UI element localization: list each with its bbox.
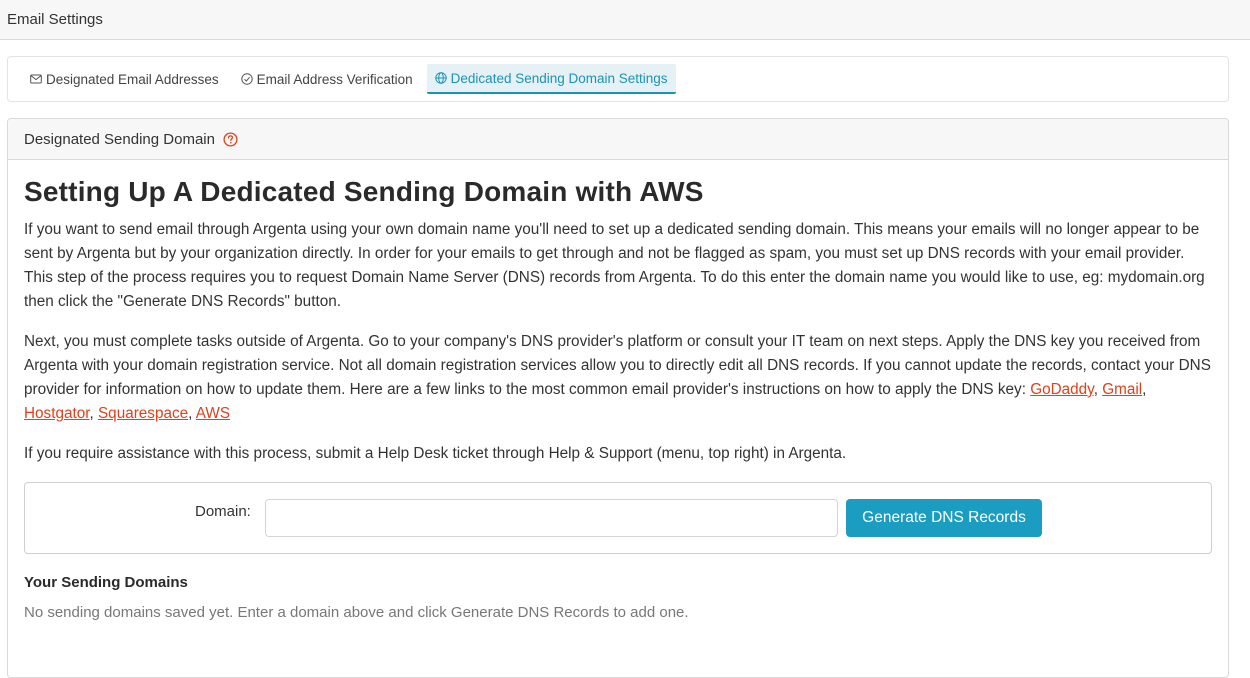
sending-domains-title: Your Sending Domains [24, 574, 188, 591]
link-separator: , [1093, 381, 1103, 398]
instructions-paragraph: Next, you must complete tasks outside of… [24, 330, 1212, 426]
link-hostgator[interactable]: Hostgator [24, 405, 89, 422]
panel-title: Designated Sending Domain [24, 130, 215, 148]
domain-form: Domain: Generate DNS Records [24, 482, 1212, 554]
panel-body: Setting Up A Dedicated Sending Domain wi… [8, 160, 1228, 625]
link-separator: , [89, 405, 98, 422]
tab-designated-email-addresses[interactable]: Designated Email Addresses [22, 64, 227, 94]
link-godaddy[interactable]: GoDaddy [1030, 381, 1094, 398]
link-separator: , [1142, 381, 1147, 398]
help-circle-icon[interactable] [223, 131, 238, 147]
link-gmail[interactable]: Gmail [1102, 381, 1142, 398]
check-circle-icon [240, 73, 253, 85]
assistance-paragraph: If you require assistance with this proc… [24, 445, 847, 462]
sending-domain-panel: Designated Sending Domain Setting Up A D… [7, 118, 1229, 678]
link-aws[interactable]: AWS [196, 405, 230, 422]
page-header: Email Settings [0, 0, 1250, 40]
link-separator: , [188, 405, 196, 422]
empty-state-message: No sending domains saved yet. Enter a do… [24, 604, 689, 621]
domain-input[interactable] [265, 499, 838, 537]
section-heading: Setting Up A Dedicated Sending Domain wi… [24, 176, 704, 207]
tab-dedicated-sending-domain-settings[interactable]: Dedicated Sending Domain Settings [426, 64, 676, 94]
domain-label: Domain: [195, 503, 251, 520]
generate-dns-records-button[interactable]: Generate DNS Records [846, 499, 1042, 537]
tab-email-address-verification[interactable]: Email Address Verification [233, 64, 421, 94]
page-title: Email Settings [7, 11, 103, 28]
tab-label: Email Address Verification [256, 71, 413, 87]
envelope-icon [30, 74, 42, 84]
link-squarespace[interactable]: Squarespace [98, 405, 188, 422]
tab-bar: Designated Email Addresses Email Address… [7, 56, 1229, 102]
panel-header: Designated Sending Domain [8, 119, 1228, 160]
tab-label: Designated Email Addresses [46, 71, 219, 87]
globe-icon [434, 72, 447, 84]
tab-label: Dedicated Sending Domain Settings [450, 70, 668, 86]
intro-paragraph: If you want to send email through Argent… [24, 221, 1205, 310]
